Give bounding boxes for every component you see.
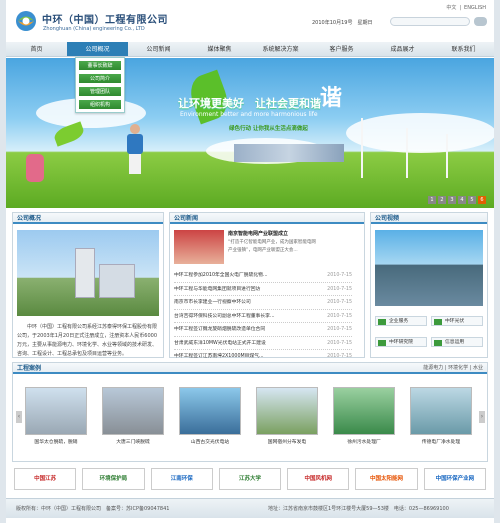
nav-solutions[interactable]: 系统解决方案 [250,42,311,56]
leaf-graphic [52,121,86,147]
partner-logo[interactable]: 中国太阳能网 [355,468,418,490]
slide-dot[interactable]: 2 [438,196,446,204]
service-icon [378,319,386,325]
news-title: 公司新闻 [170,213,364,224]
hero-slogan-en: Environment better and more harmonious l… [180,111,318,118]
slide-dot-active[interactable]: 6 [478,196,486,204]
cases-filters[interactable]: 能源电力 | 环境化学 | 水业 [423,363,483,372]
info-icon [434,340,442,346]
hero-big-character: 谐 [320,86,343,111]
menu-item-team[interactable]: 管理团队 [78,86,122,97]
nav-media[interactable]: 媒体聚焦 [189,42,250,56]
solar-icon [434,319,442,325]
prev-arrow-icon[interactable]: ‹ [16,411,22,423]
about-panel: 公司概况 中环（中国）工程有限公司系经江苏泰得环保工程股份有限公司，于2003年… [12,212,164,358]
next-arrow-icon[interactable]: › [479,411,485,423]
cases-panel: 工程案例 能源电力 | 环境化学 | 水业 ‹ 国华太仓脱硫，脱硝 大唐三门峡脱… [12,362,488,462]
partner-logo[interactable]: 中国风机网 [287,468,350,490]
nav-contact[interactable]: 联系我们 [433,42,494,56]
lang-en-link[interactable]: ENGLISH [464,5,486,11]
news-list: 中环工程参加2010年全国火电厂脱硫化物... 2010-7-15 中环工程与华能… [174,269,352,364]
video-panel: 公司视频 企业服务 中环光伏 中环研究院 信息运用 [370,212,488,358]
cases-title: 工程案例 [17,365,42,372]
partner-logo[interactable]: 江南环保 [150,468,213,490]
about-text: 中环（中国）工程有限公司系经江苏泰得环保工程股份有限公司，于2003年1月20日… [17,324,158,357]
hero-subtitle: 绿色行动 让你我从生活点滴做起 [229,126,308,132]
partner-logo[interactable]: 江苏大学 [218,468,282,490]
search-button[interactable] [474,17,487,26]
slide-dot[interactable]: 1 [428,196,436,204]
company-name: 中环（中国）工程有限公司 [42,15,168,26]
partner-logos: 中国江苏 环境保护局 江南环保 江苏大学 中国风机网 中国太阳能网 中国环保产业… [12,466,488,492]
cloud [346,113,494,153]
footer-address: 地址：江苏省南京市鼓楼区1号环江楼号大厦59—53楼 电话：025—869691… [268,506,449,512]
slide-pager: 1 2 3 4 5 6 [428,196,486,204]
wind-turbine [361,118,363,178]
news-item[interactable]: 中环工程签订魏龙旋硝烟脱硫改造单位合同 2010-7-15 [174,323,352,337]
city-skyline [234,144,344,162]
nav-home[interactable]: 首页 [6,42,67,56]
partner-logo[interactable]: 中国环保产业网 [423,468,486,490]
about-dropdown-menu: 董事长致辞 公司简介 管理团队 组织机构 [75,57,125,113]
nav-service[interactable]: 客户服务 [311,42,372,56]
info-link[interactable]: 信息运用 [431,337,483,347]
video-player[interactable] [375,230,483,306]
partner-logo[interactable]: 中国江苏 [14,468,77,490]
logo-icon [16,11,36,31]
header: 中环（中国）工程有限公司 Zhonghuan (China) engineeri… [6,0,494,42]
news-item[interactable]: 中环工程与华能电网集团就项目进行回访 2010-7-15 [174,283,352,296]
running-child-figure [124,124,146,180]
wind-turbine [446,134,448,178]
slide-dot[interactable]: 4 [458,196,466,204]
lang-separator: | [459,5,462,11]
case-item[interactable]: 山西古交光伏电站 [179,387,241,445]
lang-cn-link[interactable]: 中文 [446,5,456,11]
nav-about[interactable]: 公司概况 [67,42,128,56]
news-headline[interactable]: 南京智能电网产业联盟成立 [228,230,288,237]
research-icon [378,340,386,346]
company-name-en: Zhonghuan (China) engineering Co., LTD [43,26,145,32]
case-item[interactable]: 国网宿州分布发电 [256,387,318,445]
slide-dot[interactable]: 5 [468,196,476,204]
news-summary: “打造千亿智能电网产业，成为国家智能电网产业强镇”，电网产业联盟正大会... [228,240,316,253]
case-item[interactable]: 大唐三门峡脱硫 [102,387,164,445]
hero-slogan: 让环境更美好 让社会更和谐 [178,97,321,110]
case-item[interactable]: 国华太仓脱硫，脱硝 [25,387,87,445]
date-text: 2010年10月19号 星期日 [312,20,373,26]
wind-turbine [406,128,408,178]
news-item[interactable]: 甘肃武威东洋10MW光伏电站正式开工建设 2010-7-15 [174,337,352,350]
news-item[interactable]: 南京市市长李建业一行视察中环公司 2010-7-15 [174,296,352,310]
news-item[interactable]: 台湾吉得环保科技公司副总中环工程董事长李... 2010-7-15 [174,310,352,323]
menu-item-org[interactable]: 组织机构 [78,99,122,110]
partner-logo[interactable]: 环境保护局 [82,468,145,490]
news-panel: 公司新闻 南京智能电网产业联盟成立 “打造千亿智能电网产业，成为国家智能电网产业… [169,212,365,364]
nav-products[interactable]: 成品展才 [372,42,433,56]
solar-link[interactable]: 中环光伏 [431,316,483,326]
cases-header: 工程案例 能源电力 | 环境化学 | 水业 [13,363,487,374]
footer: 版权所有：中环（中国）工程有限公司 备案号：苏ICP备09047841 地址：江… [6,498,494,518]
slide-dot[interactable]: 3 [448,196,456,204]
menu-item-profile[interactable]: 公司简介 [78,73,122,84]
news-item[interactable]: 中环工程参加2010年全国火电厂脱硫化物... 2010-7-15 [174,269,352,283]
search-input[interactable] [390,17,470,26]
footer-copyright: 版权所有：中环（中国）工程有限公司 备案号：苏ICP备09047841 [16,506,170,512]
research-link[interactable]: 中环研究院 [375,337,427,347]
page: 中环（中国）工程有限公司 Zhonghuan (China) engineeri… [6,0,494,523]
news-thumbnail[interactable] [174,230,224,264]
case-item[interactable]: 传德电厂净水处理 [410,387,472,445]
about-title: 公司概况 [13,213,163,224]
service-link[interactable]: 企业服务 [375,316,427,326]
company-building-image[interactable] [17,230,159,316]
child-figure [26,154,44,182]
main-nav: 首页 公司概况 公司新闻 媒体聚焦 系统解决方案 客户服务 成品展才 联系我们 [6,42,494,57]
video-title: 公司视频 [371,213,487,224]
case-item[interactable]: 徐州污水处理厂 [333,387,395,445]
menu-item-chairman[interactable]: 董事长致辞 [78,60,122,71]
nav-news[interactable]: 公司新闻 [128,42,189,56]
language-switch: 中文 | ENGLISH [443,4,486,11]
